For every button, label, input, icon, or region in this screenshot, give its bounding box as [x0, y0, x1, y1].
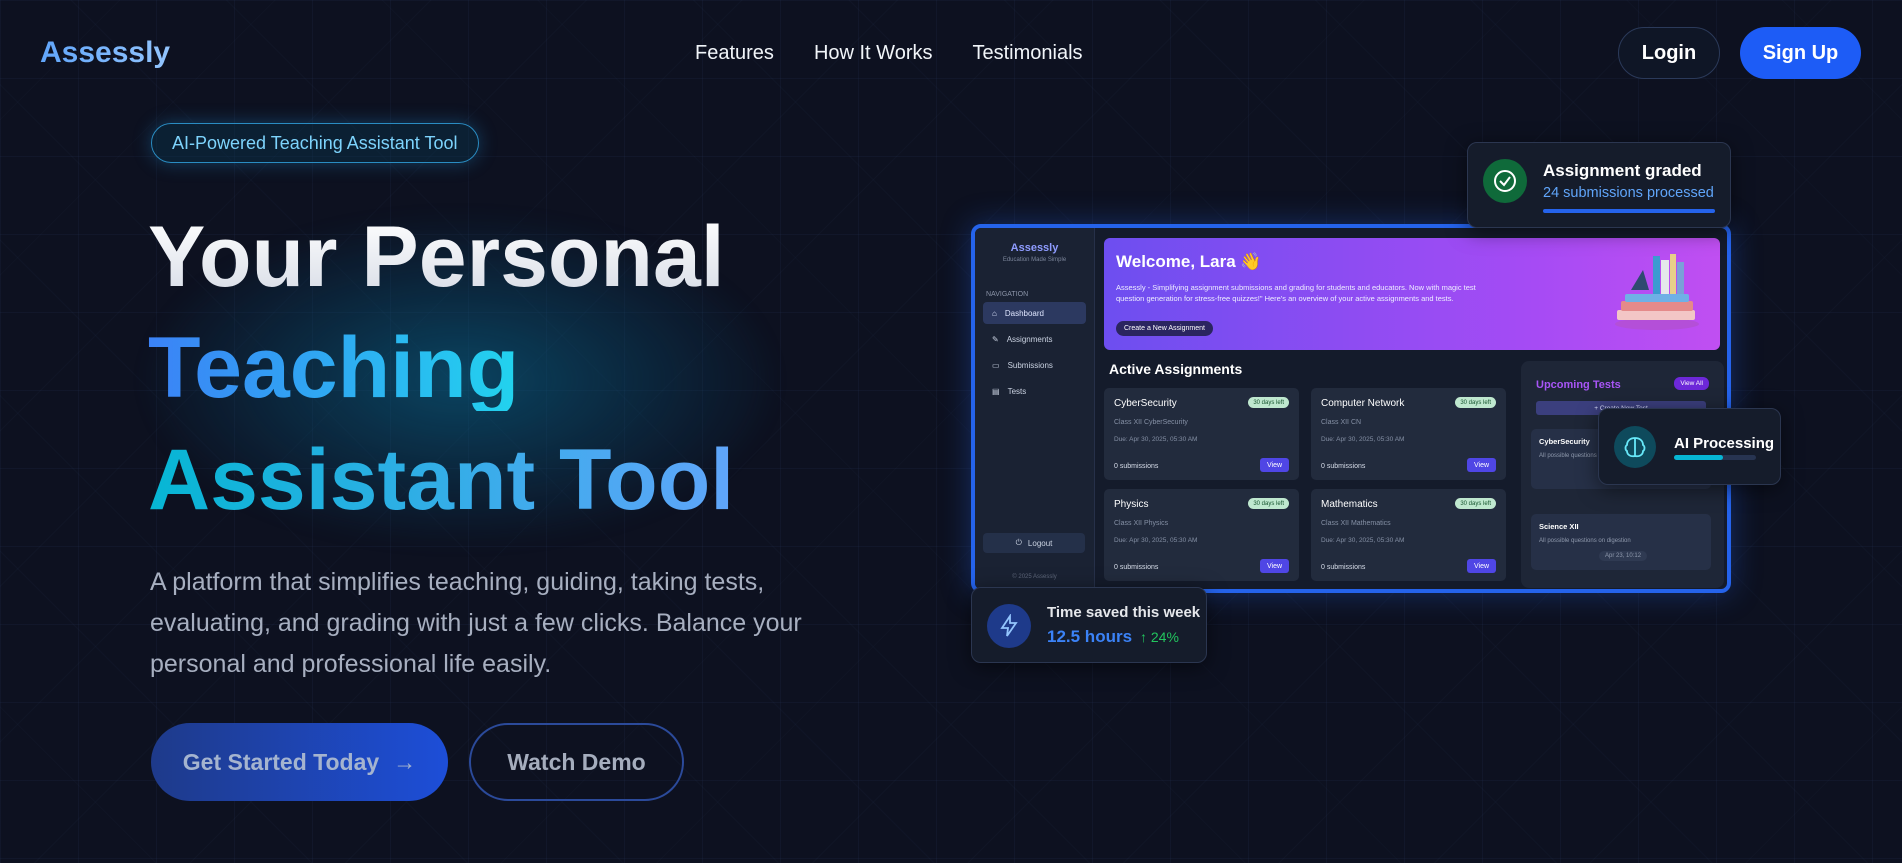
power-icon: ⏻	[1015, 538, 1022, 547]
hero-subtitle: A platform that simplifies teaching, gui…	[150, 568, 802, 678]
time-saved-value: 12.5 hours	[1047, 627, 1133, 646]
submission-count: 0 submissions	[1114, 564, 1159, 571]
assignment-due: Due: Apr 30, 2025, 05:30 AM	[1114, 537, 1198, 544]
lightning-icon	[987, 604, 1031, 648]
assignment-due: Due: Apr 30, 2025, 05:30 AM	[1321, 537, 1405, 544]
get-started-label: Get Started Today	[182, 748, 380, 775]
time-saved-change: ↑ 24%	[1140, 629, 1179, 645]
clipboard-icon: ▤	[992, 386, 1000, 396]
test-description: All possible questions on digestion	[1539, 538, 1631, 544]
logo[interactable]: Assessly	[40, 36, 170, 70]
dashboard-brand: Assessly	[1010, 242, 1059, 254]
graded-title: Assignment graded	[1543, 161, 1702, 180]
test-card[interactable]: Science XII All possible questions on di…	[1531, 514, 1711, 570]
dashboard-sidebar: Assessly Education Made Simple NAVIGATIO…	[975, 228, 1095, 589]
sidebar-item-label: Tests	[1007, 386, 1027, 396]
hero-title-line-3: Assistant Tool	[148, 432, 735, 528]
time-saved-title: Time saved this week	[1047, 604, 1201, 621]
active-assignments-heading: Active Assignments	[1109, 361, 1243, 377]
ai-processing-title: AI Processing	[1674, 435, 1775, 452]
submission-count: 0 submissions	[1114, 463, 1159, 470]
submission-count: 0 submissions	[1321, 463, 1366, 470]
submission-count: 0 submissions	[1321, 564, 1366, 571]
assignment-class: Class XII CyberSecurity	[1114, 419, 1188, 426]
arrow-right-icon: →	[393, 748, 417, 775]
top-nav: Assessly Features How It Works Testimoni…	[0, 0, 1902, 108]
welcome-banner: Welcome, Lara 👋 Assessly - Simplifying a…	[1104, 238, 1720, 350]
create-assignment-button[interactable]: Create a New Assignment	[1116, 321, 1213, 336]
books-illustration	[1615, 254, 1699, 330]
sidebar-item-label: Assignments	[1006, 334, 1053, 344]
assignment-graded-card: Assignment graded 24 submissions process…	[1467, 142, 1731, 228]
assignment-due: Due: Apr 30, 2025, 05:30 AM	[1321, 436, 1405, 443]
sidebar-item-label: Dashboard	[1004, 308, 1044, 318]
watch-demo-button[interactable]: Watch Demo	[469, 723, 684, 801]
view-button[interactable]: View	[1260, 458, 1289, 472]
sidebar-item-dashboard[interactable]: ⌂ Dashboard	[983, 302, 1086, 324]
assignment-card[interactable]: CyberSecurity 30 days left Class XII Cyb…	[1104, 388, 1299, 480]
ai-progress-fill	[1674, 455, 1724, 460]
hero-badge: AI-Powered Teaching Assistant Tool	[151, 123, 479, 163]
dashboard-tagline: Education Made Simple	[1002, 257, 1067, 263]
days-left-badge: 30 days left	[1248, 397, 1289, 408]
days-left-badge: 30 days left	[1248, 498, 1289, 509]
sidebar-item-tests[interactable]: ▤ Tests	[983, 380, 1086, 402]
view-button[interactable]: View	[1467, 458, 1496, 472]
nav-heading: NAVIGATION	[986, 291, 1029, 298]
view-button[interactable]: View	[1467, 559, 1496, 573]
assignment-card[interactable]: Computer Network 30 days left Class XII …	[1311, 388, 1506, 480]
nav-link-features[interactable]: Features	[695, 42, 774, 65]
nav-link-how-it-works[interactable]: How It Works	[814, 42, 933, 65]
days-left-badge: 30 days left	[1455, 498, 1496, 509]
login-button[interactable]: Login	[1618, 27, 1720, 79]
sidebar-item-label: Submissions	[1007, 360, 1053, 370]
copyright: © 2025 Assessly	[1012, 574, 1057, 580]
logout-button[interactable]: ⏻ Logout	[983, 533, 1085, 553]
assignment-card[interactable]: Physics 30 days left Class XII Physics D…	[1104, 489, 1299, 581]
get-started-button[interactable]: Get Started Today →	[151, 723, 448, 801]
welcome-title: Welcome, Lara 👋	[1116, 252, 1262, 271]
hero-title-line-2: Teaching	[148, 320, 520, 416]
hero-title-line-1: Your Personal	[148, 209, 725, 305]
inbox-icon: ▭	[992, 360, 1000, 370]
logout-label: Logout	[1027, 538, 1053, 548]
test-date: Apr 23, 10:12	[1599, 551, 1648, 561]
nav-link-testimonials[interactable]: Testimonials	[972, 42, 1082, 65]
time-saved-card: Time saved this week 12.5 hours ↑ 24%	[971, 587, 1207, 663]
welcome-description: Assessly - Simplifying assignment submis…	[1116, 283, 1476, 303]
nav-links: Features How It Works Testimonials	[695, 42, 1083, 65]
sidebar-item-assignments[interactable]: ✎ Assignments	[983, 328, 1086, 350]
assignment-class: Class XII Mathematics	[1321, 520, 1391, 527]
home-icon: ⌂	[992, 308, 997, 318]
assignment-card[interactable]: Mathematics 30 days left Class XII Mathe…	[1311, 489, 1506, 581]
ai-processing-card: AI Processing	[1598, 408, 1781, 485]
assignment-class: Class XII Physics	[1114, 520, 1169, 527]
check-circle-icon	[1483, 159, 1527, 203]
sidebar-item-submissions[interactable]: ▭ Submissions	[983, 354, 1086, 376]
days-left-badge: 30 days left	[1455, 397, 1496, 408]
upcoming-tests-heading: Upcoming Tests	[1536, 379, 1621, 391]
view-button[interactable]: View	[1260, 559, 1289, 573]
brain-icon	[1614, 426, 1656, 468]
view-all-button[interactable]: View All	[1674, 377, 1709, 390]
signup-button[interactable]: Sign Up	[1740, 27, 1861, 79]
test-name: Science XII	[1539, 522, 1579, 531]
edit-icon: ✎	[992, 334, 999, 344]
assignment-class: Class XII CN	[1321, 419, 1362, 426]
graded-subtitle: 24 submissions processed	[1543, 185, 1714, 201]
graded-progress-bar	[1543, 209, 1715, 213]
ai-progress-track	[1674, 455, 1756, 460]
assignment-due: Due: Apr 30, 2025, 05:30 AM	[1114, 436, 1198, 443]
